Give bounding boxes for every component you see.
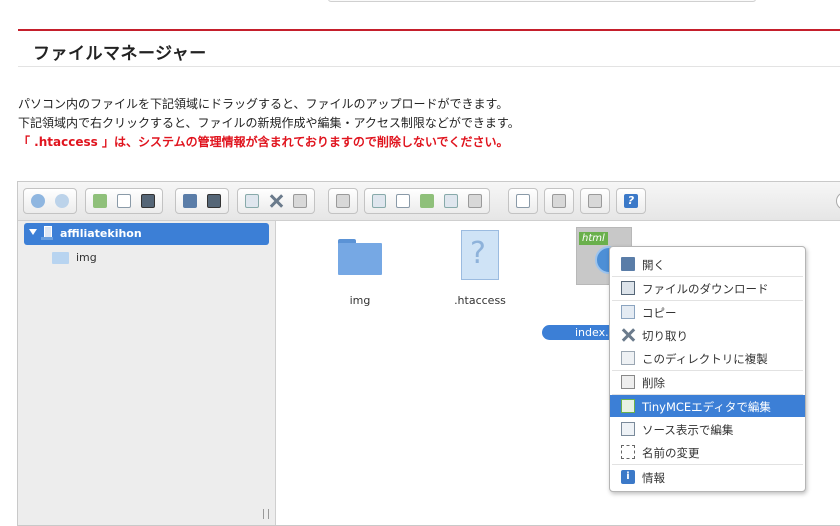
duplicate-icon[interactable] [369, 191, 389, 211]
toolbar-group-lock [580, 188, 610, 214]
expand-arrow-icon[interactable] [29, 229, 37, 235]
info-icon: i [621, 470, 635, 484]
menu-item-label: 削除 [642, 376, 665, 390]
archive-icon[interactable] [549, 191, 569, 211]
toolbar-group-archive [544, 188, 574, 214]
resize-icon[interactable] [465, 191, 485, 211]
upload-icon[interactable] [90, 191, 110, 211]
back-icon[interactable] [28, 191, 48, 211]
delete-icon [621, 375, 635, 389]
folder-icon [338, 239, 382, 275]
menu-item-label: 名前の変更 [642, 446, 700, 460]
tinymce-edit-icon [621, 399, 635, 413]
menu-item-info[interactable]: i 情報 [610, 466, 805, 488]
toolbar-group-open [175, 188, 229, 214]
toolbar: ? [18, 182, 840, 221]
menu-item-label: 開く [642, 258, 665, 272]
menu-item-rename[interactable]: 名前の変更 [610, 441, 805, 463]
cut-icon[interactable] [266, 191, 286, 211]
edit-icon[interactable] [417, 191, 437, 211]
menu-item-source-edit[interactable]: ソース表示で編集 [610, 418, 805, 440]
menu-item-duplicate[interactable]: このディレクトリに複製 [610, 347, 805, 369]
file-label: .htaccess [454, 294, 506, 307]
tree-item-label: img [76, 251, 97, 264]
menu-item-cut[interactable]: 切り取り [610, 324, 805, 346]
unknown-file-icon: ? [461, 230, 499, 280]
html-badge: html [579, 232, 608, 245]
context-menu: 開く ファイルのダウンロード コピー 切り取り このディレクトリに複製 削除 T… [609, 246, 806, 492]
page-title: ファイルマネージャー [33, 44, 207, 64]
lock-icon[interactable] [585, 191, 605, 211]
menu-item-label: ファイルのダウンロード [642, 282, 769, 296]
description-line-2: 下記領域内で右クリックすると、ファイルの新規作成や編集・アクセス制限などができま… [18, 116, 520, 130]
resize-handle[interactable] [263, 509, 269, 519]
new-file-icon[interactable] [114, 191, 134, 211]
copy-icon[interactable] [242, 191, 262, 211]
menu-item-download[interactable]: ファイルのダウンロード [610, 277, 805, 299]
paste-icon[interactable] [290, 191, 310, 211]
source-edit-icon [621, 422, 635, 436]
menu-item-open[interactable]: 開く [610, 253, 805, 275]
menu-item-label: TinyMCEエディタで編集 [642, 400, 771, 414]
directory-tree: affiliatekihon img [18, 221, 276, 525]
menu-item-label: このディレクトリに複製 [642, 352, 768, 366]
download-icon[interactable] [204, 191, 224, 211]
open-icon [621, 257, 635, 271]
toolbar-group-file [85, 188, 163, 214]
menu-item-tinymce-edit[interactable]: TinyMCEエディタで編集 [610, 395, 805, 417]
menu-item-label: ソース表示で編集 [642, 423, 734, 437]
toolbar-group-help: ? [616, 188, 646, 214]
download-icon [621, 281, 635, 295]
toolbar-group-view [508, 188, 538, 214]
rename-icon[interactable] [393, 191, 413, 211]
toolbar-group-clipboard [237, 188, 315, 214]
delete-icon[interactable] [333, 191, 353, 211]
view-icon[interactable] [513, 191, 533, 211]
duplicate-icon [621, 351, 635, 365]
description-line-1: パソコン内のファイルを下記領域にドラッグすると、ファイルのアップロードができます… [18, 97, 509, 111]
toolbar-group-nav [23, 188, 77, 214]
edit-source-icon[interactable] [441, 191, 461, 211]
page-header: ファイルマネージャー [18, 29, 840, 67]
toolbar-group-edit [364, 188, 490, 214]
toolbar-group-delete [328, 188, 358, 214]
file-item-img[interactable]: img [315, 225, 405, 315]
cut-icon [621, 328, 635, 342]
copy-icon [621, 305, 635, 319]
top-search-box[interactable] [328, 0, 756, 2]
toolbar-search-toggle[interactable] [836, 192, 840, 210]
folder-icon [52, 252, 69, 264]
forward-icon[interactable] [52, 191, 72, 211]
htaccess-warning: 「 .htaccess 」は、システムの管理情報が含まれておりますので削除しない… [18, 135, 509, 149]
save-icon[interactable] [138, 191, 158, 211]
menu-item-delete[interactable]: 削除 [610, 371, 805, 393]
menu-item-copy[interactable]: コピー [610, 301, 805, 323]
menu-item-label: 情報 [642, 471, 665, 485]
menu-item-label: コピー [642, 306, 677, 320]
open-icon[interactable] [180, 191, 200, 211]
help-icon[interactable]: ? [621, 191, 641, 211]
file-item-htaccess[interactable]: ? .htaccess [435, 225, 525, 315]
file-label: img [349, 294, 371, 307]
computer-icon [41, 226, 53, 240]
tree-root-label: affiliatekihon [60, 227, 142, 240]
rename-icon [621, 445, 635, 459]
tree-root-item[interactable]: affiliatekihon [24, 223, 269, 245]
page-description: パソコン内のファイルを下記領域にドラッグすると、ファイルのアップロードができます… [18, 95, 520, 152]
menu-item-label: 切り取り [642, 329, 688, 343]
